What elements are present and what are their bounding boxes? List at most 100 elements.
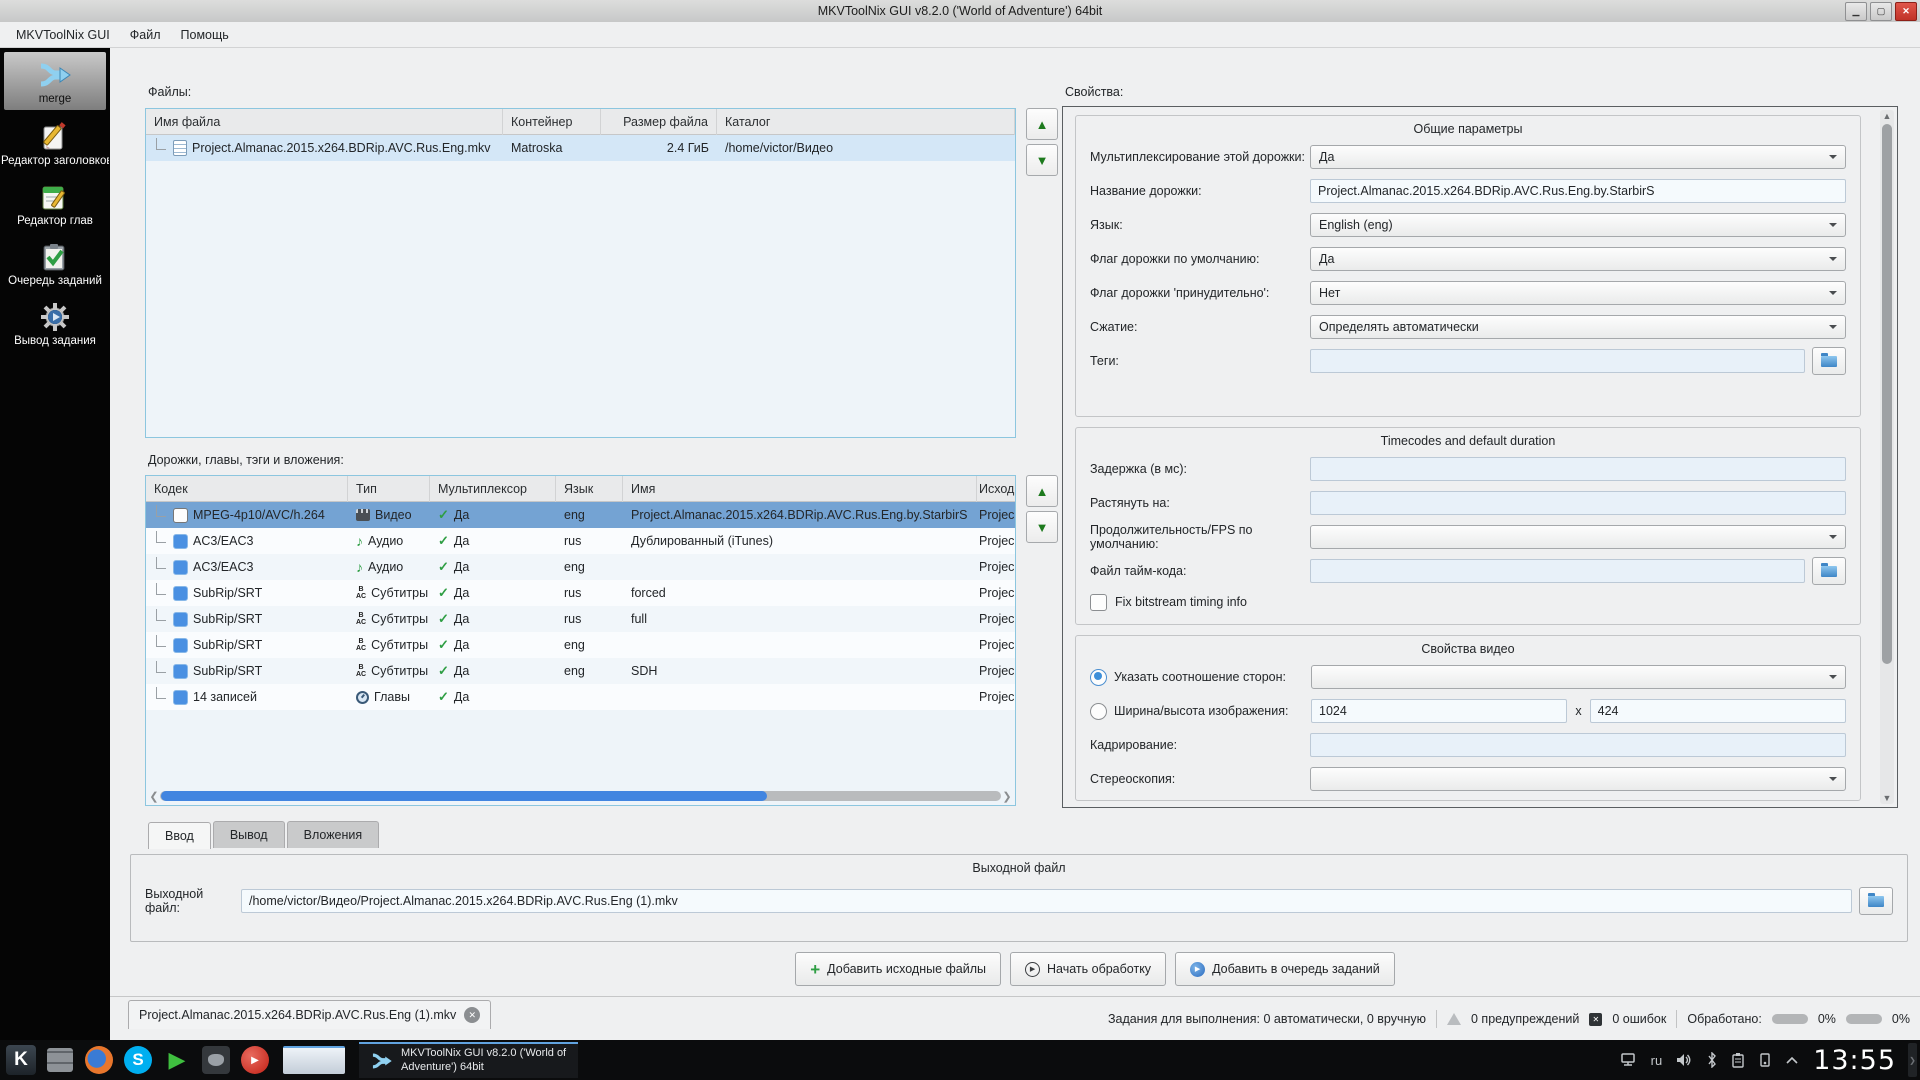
menu-file[interactable]: Файл	[120, 24, 171, 46]
graphics-app-launcher[interactable]	[198, 1042, 234, 1078]
open-file-tab[interactable]: Project.Almanac.2015.x264.BDRip.AVC.Rus.…	[128, 1000, 492, 1029]
column-header[interactable]: Исход	[977, 476, 1015, 502]
sidebar-item-job-queue[interactable]: Очередь заданий	[0, 234, 110, 292]
menu-help[interactable]: Помощь	[171, 24, 239, 46]
scrollbar-thumb[interactable]	[161, 791, 767, 801]
table-row[interactable]: AC3/EAC3 ♪ Аудио ✓ Да rus Дублированный (i…	[146, 528, 1015, 554]
default-track-flag-combo[interactable]: Да	[1310, 247, 1846, 271]
scroll-right-icon[interactable]: ❯	[1001, 790, 1013, 803]
display-width-input[interactable]	[1311, 699, 1568, 723]
track-checkbox[interactable]	[173, 559, 188, 575]
files-move-up-button[interactable]: ▲	[1026, 108, 1058, 140]
minimized-window-button[interactable]	[283, 1046, 345, 1074]
track-checkbox[interactable]	[173, 637, 188, 653]
taskbar-clock[interactable]: 13:55	[1813, 1045, 1896, 1076]
horizontal-scrollbar[interactable]: ❮ ❯	[148, 789, 1013, 803]
sidebar-item-job-output[interactable]: Вывод задания	[0, 294, 110, 352]
column-header[interactable]: Имя	[623, 476, 977, 502]
default-duration-combo[interactable]	[1310, 525, 1846, 549]
stretch-input[interactable]	[1310, 491, 1846, 515]
close-button[interactable]: ✕	[1895, 2, 1917, 21]
progress-percent: 0%	[1891, 1012, 1910, 1026]
files-move-down-button[interactable]: ▼	[1026, 144, 1058, 176]
network-icon[interactable]	[1620, 1052, 1638, 1068]
clipboard-icon[interactable]	[1731, 1052, 1745, 1068]
add-source-files-button[interactable]: + Добавить исходные файлы	[795, 952, 1002, 986]
cropping-input[interactable]	[1310, 733, 1846, 757]
tab-output[interactable]: Вывод	[212, 821, 285, 848]
track-checkbox[interactable]	[173, 663, 188, 679]
output-browse-button[interactable]	[1859, 887, 1893, 915]
skype-launcher[interactable]: S	[120, 1042, 156, 1078]
tracks-move-down-button[interactable]: ▼	[1026, 511, 1058, 543]
column-header[interactable]: Имя файла	[146, 109, 503, 135]
delay-input[interactable]	[1310, 457, 1846, 481]
add-to-job-queue-button[interactable]: ▶ Добавить в очередь заданий	[1175, 952, 1395, 986]
track-name-input[interactable]	[1310, 179, 1846, 203]
volume-icon[interactable]	[1675, 1052, 1693, 1068]
tracks-move-up-button[interactable]: ▲	[1026, 475, 1058, 507]
table-row[interactable]: SubRip/SRT B AC Субтитры ✓ Да rus full Proj…	[146, 606, 1015, 632]
table-row[interactable]: AC3/EAC3 ♪ Аудио ✓ Да eng Projec	[146, 554, 1015, 580]
keyboard-layout-indicator[interactable]: ru	[1651, 1053, 1663, 1068]
forced-track-flag-combo[interactable]: Нет	[1310, 281, 1846, 305]
timecode-file-input[interactable]	[1310, 559, 1805, 583]
sidebar-item-chapter-editor[interactable]: Редактор глав	[0, 174, 110, 232]
column-header[interactable]: Каталог	[717, 109, 1015, 135]
scroll-up-icon[interactable]: ▲	[1880, 111, 1894, 121]
track-checkbox[interactable]	[173, 533, 188, 549]
display-height-input[interactable]	[1589, 699, 1846, 723]
table-row[interactable]: SubRip/SRT B AC Субтитры ✓ Да rus forced Pr…	[146, 580, 1015, 606]
scroll-down-icon[interactable]: ▼	[1880, 793, 1894, 803]
maximize-button[interactable]: ▢	[1870, 2, 1892, 21]
fix-bitstream-timing-checkbox[interactable]	[1090, 593, 1107, 611]
tab-attachments[interactable]: Вложения	[286, 821, 380, 848]
stereoscopy-combo[interactable]	[1310, 767, 1846, 791]
aspect-ratio-radio[interactable]	[1090, 668, 1107, 686]
browser-launcher[interactable]	[81, 1042, 117, 1078]
scroll-left-icon[interactable]: ❮	[148, 790, 160, 803]
table-row[interactable]: 14 записей Главы ✓ Да Projec	[146, 684, 1015, 710]
display-dimensions-radio[interactable]	[1090, 702, 1107, 720]
aspect-ratio-combo[interactable]	[1311, 665, 1846, 689]
start-muxing-button[interactable]: ▶ Начать обработку	[1010, 952, 1167, 986]
media-player-launcher[interactable]: ▶	[159, 1042, 195, 1078]
table-row[interactable]: MPEG-4p10/AVC/h.264 Видео ✓ Да eng Projec…	[146, 502, 1015, 528]
timecode-browse-button[interactable]	[1812, 557, 1846, 585]
column-header[interactable]: Мультиплексор	[430, 476, 556, 502]
language-combo[interactable]: English (eng)	[1310, 213, 1846, 237]
scrollbar-thumb[interactable]	[1882, 124, 1892, 664]
vertical-scrollbar[interactable]: ▲ ▼	[1880, 110, 1894, 804]
column-header[interactable]: Язык	[556, 476, 623, 502]
column-header[interactable]: Кодек	[146, 476, 348, 502]
column-header[interactable]: Тип	[348, 476, 430, 502]
taskbar-app-mkvtoolnix[interactable]: MKVToolNix GUI v8.2.0 ('World of Adventu…	[359, 1042, 579, 1078]
tray-expand-icon[interactable]	[1785, 1055, 1799, 1065]
table-row[interactable]: Project.Almanac.2015.x264.BDRip.AVC.Rus.…	[146, 135, 1015, 161]
file-manager-launcher[interactable]	[42, 1042, 78, 1078]
kde-menu-button[interactable]: K	[3, 1042, 39, 1078]
column-header[interactable]: Размер файла	[601, 109, 717, 135]
close-tab-icon[interactable]: ✕	[464, 1007, 481, 1023]
output-file-input[interactable]	[241, 889, 1852, 913]
bluetooth-icon[interactable]	[1706, 1052, 1718, 1068]
tags-input[interactable]	[1310, 349, 1805, 373]
column-header[interactable]: Контейнер	[503, 109, 601, 135]
track-checkbox[interactable]	[173, 689, 188, 705]
table-row[interactable]: SubRip/SRT B AC Субтитры ✓ Да eng Projec	[146, 632, 1015, 658]
menu-mkvtoolnix[interactable]: MKVToolNix GUI	[6, 24, 120, 46]
minimize-button[interactable]: ▁	[1845, 2, 1867, 21]
track-checkbox[interactable]	[173, 585, 188, 601]
video-player-launcher[interactable]: ▶	[237, 1042, 273, 1078]
table-row[interactable]: SubRip/SRT B AC Субтитры ✓ Да eng SDH Proje…	[146, 658, 1015, 684]
mux-this-track-combo[interactable]: Да	[1310, 145, 1846, 169]
device-notifier-icon[interactable]	[1758, 1052, 1772, 1068]
sidebar-item-merge[interactable]: merge	[4, 52, 106, 110]
panel-expander[interactable]: ❯	[1908, 1043, 1917, 1077]
tab-input[interactable]: Ввод	[148, 822, 211, 849]
compression-combo[interactable]: Определять автоматически	[1310, 315, 1846, 339]
track-checkbox[interactable]	[173, 611, 188, 627]
tags-browse-button[interactable]	[1812, 347, 1846, 375]
sidebar-item-header-editor[interactable]: Редактор заголовков	[0, 114, 110, 172]
track-checkbox[interactable]	[173, 507, 188, 523]
